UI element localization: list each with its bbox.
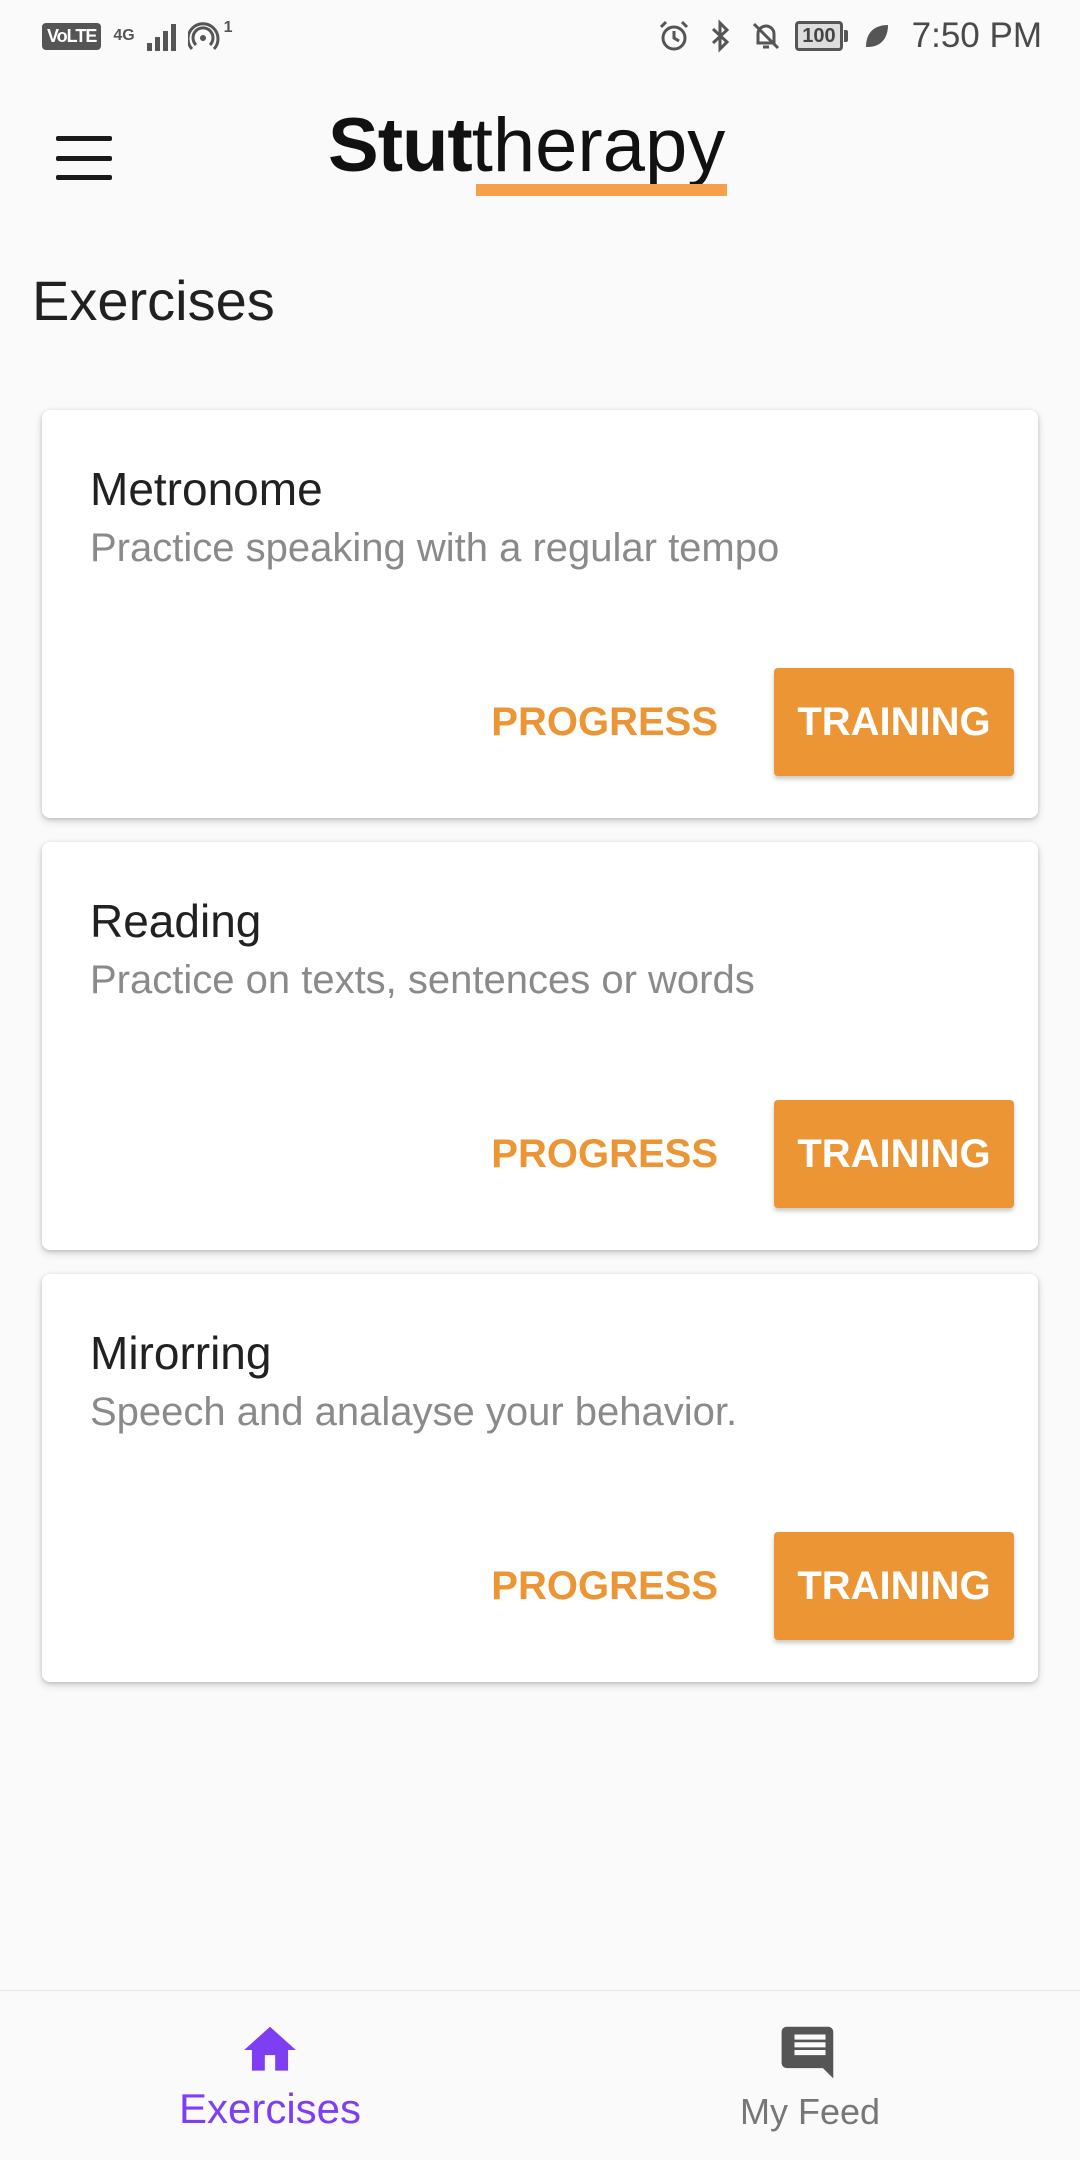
battery-level: 100 (795, 21, 843, 51)
status-bar: VoLTE 4G 1 100 7:50 PM (0, 0, 1080, 72)
alarm-icon (660, 20, 689, 51)
clock: 7:50 PM (911, 16, 1042, 55)
exercise-description: Practice on texts, sentences or words (90, 958, 755, 1002)
exercise-title: Reading (90, 895, 262, 947)
progress-button[interactable]: PROGRESS (467, 1100, 742, 1208)
nav-item-exercises[interactable]: Exercises (0, 1991, 540, 2160)
exercise-card-metronome: Metronome Practice speaking with a regul… (42, 410, 1038, 818)
chat-icon (781, 2026, 834, 2078)
exercise-card-mirroring: Mirorring Speech and analayse your behav… (42, 1274, 1038, 1682)
exercise-card-reading: Reading Practice on texts, sentences or … (42, 842, 1038, 1250)
training-button[interactable]: TRAINING (774, 668, 1014, 776)
nav-item-my-feed[interactable]: My Feed (540, 1991, 1080, 2160)
leaf-icon (865, 25, 888, 47)
exercise-description: Speech and analayse your behavior. (90, 1390, 738, 1434)
app-bar: Stut therapy (0, 72, 1080, 242)
progress-button[interactable]: PROGRESS (467, 1532, 742, 1640)
home-icon (244, 2026, 296, 2071)
menu-icon[interactable] (56, 136, 112, 180)
notifications-off-icon (753, 22, 780, 50)
network-type: 4G (113, 27, 135, 44)
exercise-title: Mirorring (90, 1327, 272, 1379)
signal-icon (146, 21, 176, 51)
nav-label: My Feed (739, 2090, 881, 2132)
training-button[interactable]: TRAINING (774, 1100, 1014, 1208)
bottom-navigation: Exercises My Feed (0, 1990, 1080, 2160)
status-right: 100 7:50 PM (657, 16, 1042, 56)
logo-text-regular-label: therapy (471, 103, 726, 188)
battery-icon: 100 (795, 21, 848, 51)
logo-underline (475, 184, 728, 196)
hotspot-count: 1 (223, 19, 233, 36)
exercise-description: Practice speaking with a regular tempo (90, 526, 780, 570)
page-title: Exercises (32, 269, 275, 332)
bluetooth-icon (712, 19, 730, 53)
training-button[interactable]: TRAINING (774, 1532, 1014, 1640)
progress-button[interactable]: PROGRESS (467, 668, 742, 776)
nav-label: Exercises (178, 2084, 362, 2132)
exercise-title: Metronome (90, 463, 323, 515)
volte-icon: VoLTE (42, 22, 102, 50)
app-logo: Stut therapy (328, 103, 728, 208)
logo-text-regular: therapy (472, 108, 728, 196)
hotspot-icon (187, 22, 220, 51)
status-left: VoLTE 4G 1 (42, 19, 233, 53)
logo-text-bold: Stut (328, 103, 473, 188)
